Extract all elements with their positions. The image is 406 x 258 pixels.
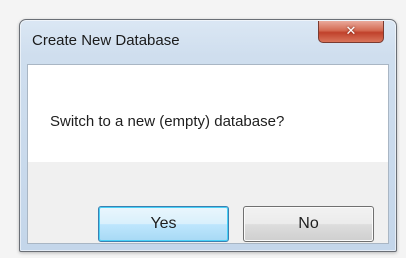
close-icon: ✕ [345,24,357,39]
close-button[interactable]: ✕ [318,21,384,43]
dialog-message: Switch to a new (empty) database? [50,113,285,130]
dialog-body: Switch to a new (empty) database? Yes No [27,64,389,244]
dialog-title: Create New Database [32,32,180,49]
create-database-dialog: Create New Database ✕ Switch to a new (e… [19,19,397,252]
no-button[interactable]: No [243,206,374,242]
message-area: Switch to a new (empty) database? [28,65,388,162]
yes-button[interactable]: Yes [98,206,229,242]
